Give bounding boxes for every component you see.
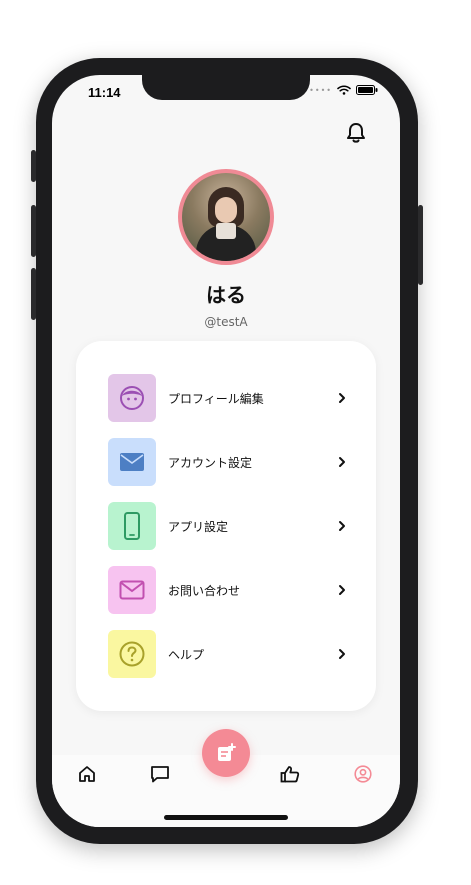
menu-item-account-settings[interactable]: アカウント設定 [108, 437, 348, 487]
compose-button[interactable] [202, 729, 250, 777]
mute-switch [31, 150, 36, 182]
help-circle-icon [108, 630, 156, 678]
chevron-right-icon [338, 392, 348, 404]
user-name: はる [206, 283, 246, 307]
notch [142, 75, 310, 100]
home-icon[interactable] [78, 765, 96, 787]
smartphone-icon [108, 502, 156, 550]
wifi-icon [337, 85, 351, 95]
chevron-right-icon [338, 456, 348, 468]
status-icons: •••• [309, 85, 378, 95]
menu-item-label: お問い合わせ [168, 583, 241, 598]
mail-outline-icon [108, 566, 156, 614]
menu-item-label: アカウント設定 [168, 455, 253, 470]
compose-icon [218, 743, 236, 761]
battery-icon [356, 85, 378, 95]
face-icon [108, 374, 156, 422]
avatar[interactable] [178, 169, 274, 265]
notification-bell-icon[interactable] [346, 122, 366, 148]
menu-item-contact[interactable]: お問い合わせ [108, 565, 348, 615]
thumbs-up-icon[interactable] [280, 765, 300, 787]
home-indicator [164, 815, 288, 820]
menu-item-app-settings[interactable]: アプリ設定 [108, 501, 348, 551]
menu-item-profile-edit[interactable]: プロフィール編集 [108, 373, 348, 423]
mail-icon [108, 438, 156, 486]
settings-menu-card: プロフィール編集 アカウント設定 アプリ設定 お問い合わせ ヘルプ [76, 341, 376, 711]
menu-item-label: アプリ設定 [168, 519, 229, 534]
volume-down-button [31, 268, 36, 320]
chevron-right-icon [338, 584, 348, 596]
avatar-photo [182, 173, 270, 261]
chevron-right-icon [338, 648, 348, 660]
menu-item-label: ヘルプ [168, 647, 205, 662]
menu-item-help[interactable]: ヘルプ [108, 629, 348, 679]
user-handle: @testA [204, 315, 248, 329]
power-button [418, 205, 423, 285]
app-screen: 11:14 •••• はる @testA プロフィール編集 アカウント設定 アプ… [52, 75, 400, 827]
chevron-right-icon [338, 520, 348, 532]
volume-up-button [31, 205, 36, 257]
signal-icon: •••• [309, 85, 332, 95]
status-time: 11:14 [88, 85, 121, 100]
account-icon[interactable] [354, 765, 372, 787]
chat-icon[interactable] [150, 765, 170, 787]
menu-item-label: プロフィール編集 [168, 391, 264, 406]
